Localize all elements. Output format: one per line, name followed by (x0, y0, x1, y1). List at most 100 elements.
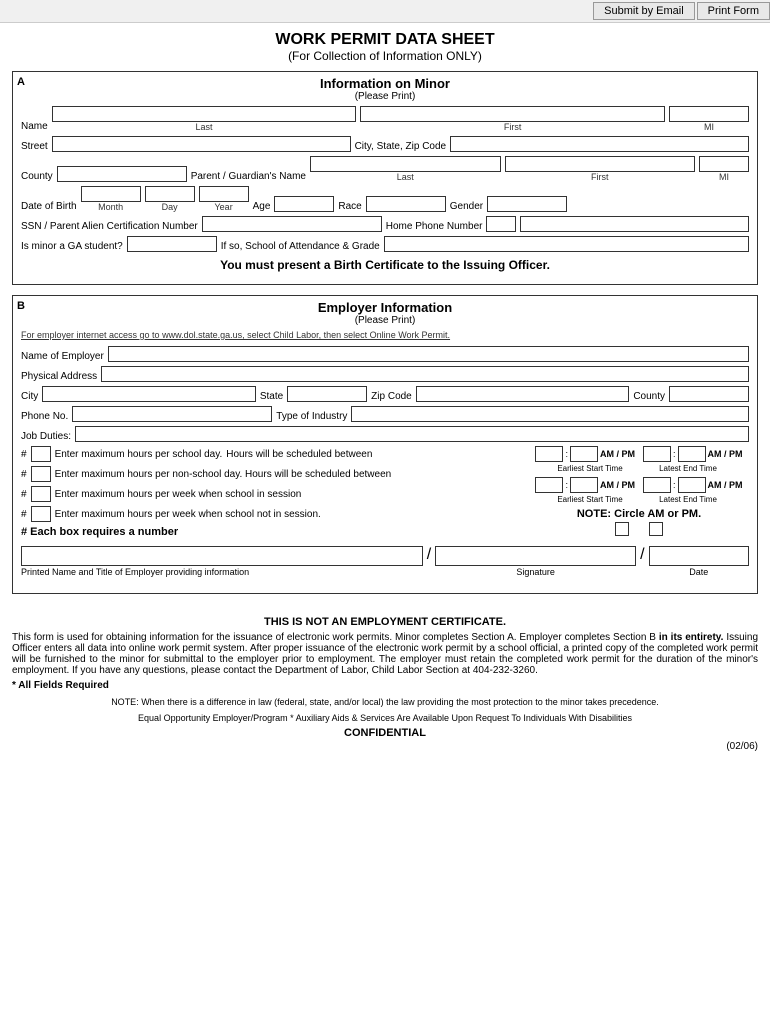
dob-day-input[interactable] (145, 186, 195, 202)
all-fields-label: * All Fields Required (12, 680, 758, 691)
version-label: (02/06) (12, 741, 758, 752)
age-input[interactable] (274, 196, 334, 212)
pm-checkbox[interactable] (649, 522, 663, 536)
city-input-b[interactable] (42, 386, 256, 402)
guardian-last-input[interactable] (310, 156, 501, 172)
signature-sublabel: Signature (435, 567, 636, 585)
confidential-label: CONFIDENTIAL (12, 727, 758, 739)
phone-area-input[interactable] (486, 216, 516, 232)
ssn-label: SSN / Parent Alien Certification Number (21, 221, 198, 232)
guardian-first-input[interactable] (505, 156, 696, 172)
end-time-2a[interactable] (643, 477, 671, 493)
start-time-2a[interactable] (535, 477, 563, 493)
end-time-1b[interactable] (678, 446, 706, 462)
section-b: B Employer Information (Please Print) Fo… (12, 295, 758, 594)
submit-email-button[interactable]: Submit by Email (593, 2, 694, 20)
last-sublabel: Last (52, 122, 357, 132)
hash-notice: # Each box requires a number (21, 526, 525, 538)
ga-student-input[interactable] (127, 236, 217, 252)
start-time-2b[interactable] (570, 477, 598, 493)
name-last-input[interactable] (52, 106, 357, 122)
city-state-zip-input[interactable] (450, 136, 749, 152)
hash-box-3[interactable] (31, 486, 51, 502)
gender-input[interactable] (487, 196, 567, 212)
internet-note: For employer internet access go to www.d… (21, 330, 749, 340)
physical-address-input[interactable] (101, 366, 749, 382)
date-input[interactable] (649, 546, 749, 566)
end-time-1a[interactable] (643, 446, 671, 462)
street-label: Street (21, 141, 48, 152)
footer-body: This form is used for obtaining informat… (12, 632, 758, 676)
phone-label: Home Phone Number (386, 221, 483, 232)
phone-input-b[interactable] (72, 406, 272, 422)
day-sublabel: Day (145, 202, 195, 212)
latest-end-label-2: Latest End Time (643, 495, 733, 504)
dob-month-input[interactable] (81, 186, 141, 202)
form-title: WORK PERMIT DATA SHEET (12, 31, 758, 49)
city-state-zip-label: City, State, Zip Code (355, 141, 447, 152)
street-input[interactable] (52, 136, 351, 152)
top-bar: Submit by Email Print Form (0, 0, 770, 23)
per-week-school-label: Enter maximum hours per week when school… (55, 489, 302, 500)
section-a-subtitle: (Please Print) (21, 91, 749, 102)
section-a-label: A (17, 76, 25, 88)
employer-name-input[interactable] (108, 346, 749, 362)
hash-label-2: # (21, 469, 27, 480)
section-b-label: B (17, 300, 25, 312)
start-time-1b[interactable] (570, 446, 598, 462)
printed-name-input[interactable] (21, 546, 423, 566)
section-b-subtitle: (Please Print) (21, 315, 749, 326)
name-first-input[interactable] (360, 106, 665, 122)
hash-box-1[interactable] (31, 446, 51, 462)
start-time-1a[interactable] (535, 446, 563, 462)
race-input[interactable] (366, 196, 446, 212)
employer-name-label: Name of Employer (21, 351, 104, 362)
equal-opportunity: Equal Opportunity Employer/Program * Aux… (12, 713, 758, 723)
dob-year-input[interactable] (199, 186, 249, 202)
guardian-first-sublabel: First (505, 172, 696, 182)
guardian-mi-input[interactable] (699, 156, 749, 172)
state-input-b[interactable] (287, 386, 367, 402)
earliest-start-label-2: Earliest Start Time (545, 495, 635, 504)
school-input[interactable] (384, 236, 749, 252)
guardian-label: Parent / Guardian's Name (191, 171, 306, 182)
earliest-start-label: Earliest Start Time (545, 464, 635, 473)
industry-input[interactable] (351, 406, 749, 422)
signature-input[interactable] (435, 546, 636, 566)
name-label: Name (21, 121, 48, 132)
note-law: NOTE: When there is a difference in law … (12, 697, 758, 707)
ampm-label-2: AM / PM (708, 449, 743, 459)
date-sublabel: Date (649, 567, 749, 585)
phone-number-input[interactable] (520, 216, 749, 232)
school-day-label: Enter maximum hours per school day. (55, 449, 223, 460)
job-duties-input[interactable] (75, 426, 749, 442)
sig-slash-1: / (427, 546, 431, 566)
guardian-mi-sublabel: MI (699, 172, 749, 182)
gender-label: Gender (450, 201, 483, 212)
ampm-label-1: AM / PM (600, 449, 635, 459)
ssn-input[interactable] (202, 216, 382, 232)
county-input[interactable] (57, 166, 187, 182)
am-checkbox[interactable] (615, 522, 629, 536)
print-form-button[interactable]: Print Form (697, 2, 770, 20)
physical-address-label: Physical Address (21, 371, 97, 382)
zip-label-b: Zip Code (371, 391, 412, 402)
hash-box-4[interactable] (31, 506, 51, 522)
name-mi-input[interactable] (669, 106, 749, 122)
hash-label-3: # (21, 489, 27, 500)
county-input-b[interactable] (669, 386, 749, 402)
section-b-title: Employer Information (21, 300, 749, 315)
schedule-between-1: Hours will be scheduled between (226, 449, 372, 460)
month-sublabel: Month (81, 202, 141, 212)
ampm-label-4: AM / PM (708, 480, 743, 490)
end-time-2b[interactable] (678, 477, 706, 493)
latest-end-label: Latest End Time (643, 464, 733, 473)
race-label: Race (338, 201, 361, 212)
hash-box-2[interactable] (31, 466, 51, 482)
not-employment-title: THIS IS NOT AN EMPLOYMENT CERTIFICATE. (12, 616, 758, 628)
age-label: Age (253, 201, 271, 212)
section-a-title: Information on Minor (21, 76, 749, 91)
county-label-b: County (633, 391, 665, 402)
hash-label-1: # (21, 449, 27, 460)
zip-input-b[interactable] (416, 386, 630, 402)
